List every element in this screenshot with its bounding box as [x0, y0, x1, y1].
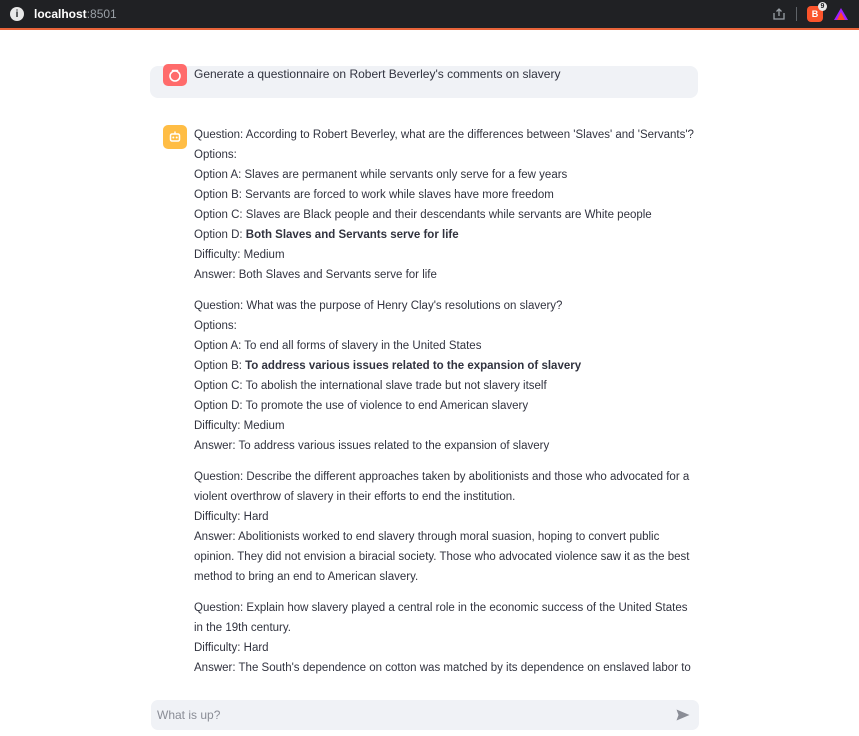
message-line: Difficulty: Hard: [194, 642, 269, 654]
block-gap: [194, 587, 700, 598]
toolbar-divider: [796, 7, 797, 21]
chat-container: Generate a questionnaire on Robert Bever…: [150, 30, 700, 690]
message-line: Answer: Both Slaves and Servants serve f…: [194, 269, 437, 281]
message-line: Answer: Abolitionists worked to end slav…: [194, 531, 660, 543]
block-gap: [194, 456, 700, 467]
message-line: opinion. They did not envision a biracia…: [194, 551, 690, 563]
chat-input-box: [151, 700, 699, 730]
block-gap: [194, 285, 700, 296]
message-line: in the 19th century.: [194, 622, 291, 634]
share-icon[interactable]: [772, 7, 786, 21]
brave-badge: 9: [818, 2, 827, 11]
question-block: Question: According to Robert Beverley, …: [194, 125, 700, 285]
url-port[interactable]: :8501: [87, 7, 117, 21]
message-line: Answer: The South's dependence on cotton…: [194, 662, 691, 674]
message-line: Question: What was the purpose of Henry …: [194, 300, 563, 312]
question-block: Question: What was the purpose of Henry …: [194, 296, 700, 456]
message-line: Question: Describe the different approac…: [194, 471, 690, 483]
send-arrow-icon[interactable]: [675, 707, 691, 723]
message-line: Option A: Slaves are permanent while ser…: [194, 169, 568, 181]
chat-input[interactable]: [157, 700, 657, 730]
brave-rewards-icon[interactable]: [833, 7, 849, 21]
bold-answer-text: To address various issues related to the…: [245, 360, 582, 372]
message-line: Option C: To abolish the international s…: [194, 380, 547, 392]
message-line: Option A: To end all forms of slavery in…: [194, 340, 482, 352]
message-line: Option B: To address various issues rela…: [194, 356, 700, 376]
user-message-text: Generate a questionnaire on Robert Bever…: [194, 67, 561, 81]
question-block: Question: Describe the different approac…: [194, 467, 700, 587]
message-line: Difficulty: Medium: [194, 420, 285, 432]
line-prefix: Option B:: [194, 360, 246, 372]
message-line: Question: Explain how slavery played a c…: [194, 602, 688, 614]
line-prefix: Option D:: [194, 229, 246, 241]
assistant-message: Question: According to Robert Beverley, …: [194, 125, 700, 678]
message-line: method to bring an end to American slave…: [194, 571, 419, 583]
brave-shields-icon[interactable]: B 9: [807, 2, 827, 22]
url-host[interactable]: localhost: [34, 7, 87, 21]
browser-toolbar: i localhost :8501 B 9: [0, 0, 859, 30]
message-line: Difficulty: Hard: [194, 511, 269, 523]
message-line: Difficulty: Medium: [194, 249, 285, 261]
robot-face-icon: [163, 125, 187, 149]
message-line: Option D: Both Slaves and Servants serve…: [194, 225, 700, 245]
bold-answer-text: Both Slaves and Servants serve for life: [245, 229, 459, 241]
info-icon[interactable]: i: [10, 7, 24, 21]
message-line: violent overthrow of slavery in their ef…: [194, 491, 516, 503]
message-line: Option D: To promote the use of violence…: [194, 400, 529, 412]
message-line: Option C: Slaves are Black people and th…: [194, 209, 652, 221]
message-line: Question: According to Robert Beverley, …: [194, 129, 694, 141]
user-face-icon: [163, 64, 187, 86]
message-line: Options:: [194, 149, 237, 161]
browser-actions: B 9: [772, 0, 849, 28]
question-block: Question: Explain how slavery played a c…: [194, 598, 700, 678]
message-line: Options:: [194, 320, 237, 332]
message-line: Option B: Servants are forced to work wh…: [194, 189, 554, 201]
message-line: Answer: To address various issues relate…: [194, 440, 550, 452]
